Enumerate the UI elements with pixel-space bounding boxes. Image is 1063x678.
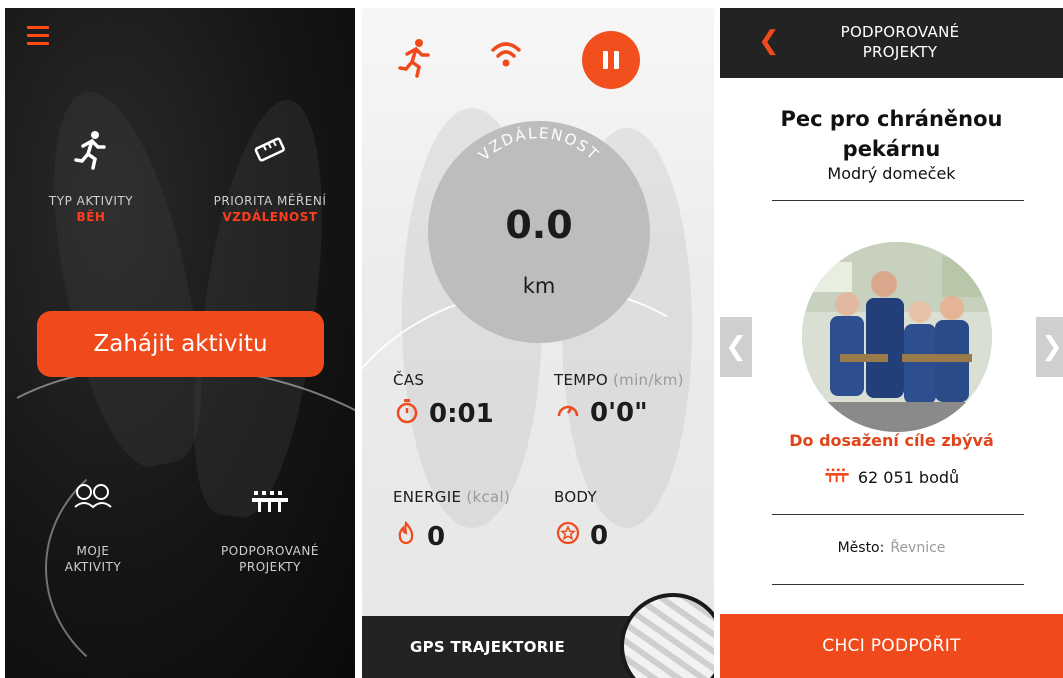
points-metric: 0 [556,521,608,551]
activity-type-selector[interactable]: TYP AKTIVITY BĚH [31,130,151,225]
running-icon [31,130,151,179]
points-value: 0 [590,521,609,551]
flame-icon [395,520,417,553]
running-icon [398,38,432,87]
points-remaining-value: 62 051 bodů [857,468,960,487]
project-title: Pec pro chráněnou pekárnu [780,107,1003,161]
previous-project-button[interactable]: ❮ [720,317,752,377]
speedometer-icon [556,398,580,428]
supported-projects-label-1: PODPOROVANÉ [221,544,319,558]
divider [772,200,1024,201]
project-organization: Modrý domeček [827,164,956,183]
distance-unit: km [522,274,556,298]
next-project-button[interactable]: ❯ [1036,317,1063,377]
page-title: PODPOROVANÉ PROJEKTY [840,23,960,61]
svg-text:VZDÁLENOST: VZDÁLENOST [475,124,603,164]
menu-icon[interactable] [27,26,49,45]
distance-value: 0.0 [505,203,573,247]
friends-icon [43,483,143,523]
back-arrow-icon[interactable]: ❮ [758,26,780,56]
supported-projects-screen: ❮ PODPOROVANÉ PROJEKTY Pec pro chráněnou… [720,8,1063,678]
distance-label: VZDÁLENOST [475,124,603,164]
supported-projects-button[interactable]: PODPOROVANÉ PROJEKTY [200,483,340,575]
project-photo [802,242,992,432]
support-project-button[interactable]: CHCI PODPOŘIT [720,614,1063,678]
points-remaining: 62 051 bodů [720,466,1063,489]
activity-type-value: BĚH [76,210,106,224]
time-metric: 0:01 [395,398,494,430]
gps-signal-icon [490,38,522,81]
divider [772,514,1024,515]
gps-trajectory-label: GPS TRAJEKTORIE [410,638,566,656]
energy-label: ENERGIE (kcal) [393,488,511,506]
map-thumbnail[interactable] [620,593,714,678]
ruler-icon [200,130,340,179]
bench-icon [824,466,850,489]
time-value: 0:01 [429,399,494,429]
star-badge-icon [556,521,580,551]
city-value: Řevnice [890,540,946,556]
bench-icon [200,483,340,523]
header-bar: ❮ PODPOROVANÉ PROJEKTY [720,8,1063,78]
home-screen: TYP AKTIVITY BĚH PRIORITA MĚŘENÍ VZDÁLEN… [5,8,355,678]
my-activities-label-1: MOJE [76,544,110,558]
priority-value: VZDÁLENOST [222,210,318,224]
stopwatch-icon [395,398,419,430]
distance-display: VZDÁLENOST 0.0 km [428,121,650,343]
supported-projects-label-2: PROJEKTY [239,560,301,574]
my-activities-button[interactable]: MOJE AKTIVITY [43,483,143,575]
tempo-label: TEMPO (min/km) [554,371,684,389]
city-info: Město: Řevnice [720,540,1063,556]
energy-value: 0 [427,522,446,552]
points-label: BODY [554,488,597,506]
city-label: Město: [837,540,885,556]
priority-label: PRIORITA MĚŘENÍ [213,194,327,208]
energy-metric: 0 [395,520,446,553]
activity-type-label: TYP AKTIVITY [48,194,134,208]
tempo-value: 0'0" [590,398,648,428]
time-label: ČAS [393,371,425,389]
measure-priority-selector[interactable]: PRIORITA MĚŘENÍ VZDÁLENOST [200,130,340,225]
start-activity-button[interactable]: Zahájit aktivitu [37,311,324,377]
divider [772,584,1024,585]
pause-button[interactable] [582,31,640,89]
activity-tracking-screen: VZDÁLENOST 0.0 km ČAS 0:01 TEMPO (min/km… [362,8,714,678]
goal-label: Do dosažení cíle zbývá [789,431,994,450]
tempo-metric: 0'0" [556,398,648,428]
my-activities-label-2: AKTIVITY [64,560,122,574]
